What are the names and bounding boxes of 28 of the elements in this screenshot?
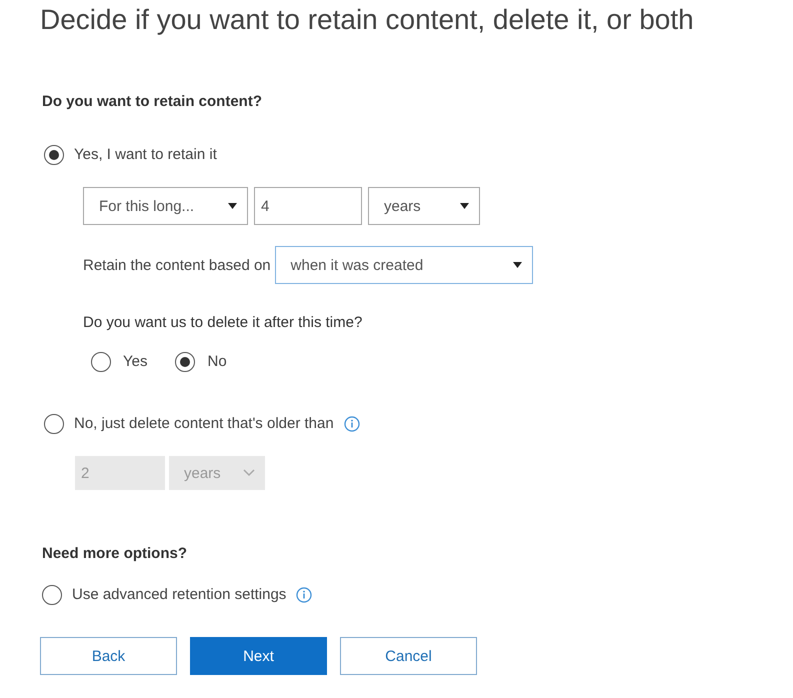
field-label: Retain the content based on — [83, 256, 271, 274]
radio-button[interactable] — [44, 145, 64, 165]
caret-icon — [460, 203, 469, 209]
option-label: Yes, I want to retain it — [74, 145, 217, 165]
option-label: No, just delete content that's older than — [74, 414, 334, 434]
page-title: Decide if you want to retain content, delete it, or both — [40, 3, 695, 37]
option-label: Yes — [123, 352, 148, 372]
chevron-icon — [243, 469, 255, 477]
nav-button[interactable]: Back — [40, 637, 177, 675]
next-button[interactable]: Next — [190, 637, 327, 675]
caret-icon — [228, 203, 237, 209]
caret-icon — [512, 262, 522, 268]
date-basis-dropdown[interactable]: when it was created — [274, 246, 533, 284]
section-heading: Need more options? — [42, 544, 188, 564]
radio-button[interactable] — [175, 352, 196, 372]
option-label: Use advanced retention settings — [72, 585, 286, 605]
nav-button[interactable]: Cancel — [340, 637, 477, 675]
duration-dropdown[interactable]: For this long... — [83, 187, 248, 225]
info-icon[interactable] — [296, 587, 312, 603]
radio-button[interactable] — [42, 585, 62, 605]
question-text: Do you want us to delete it after this time? — [83, 314, 362, 331]
info-icon[interactable] — [344, 416, 360, 432]
radio-button[interactable] — [44, 414, 64, 434]
option-label: No — [207, 352, 227, 372]
radio-button[interactable] — [91, 352, 111, 372]
section-heading: Do you want to retain content? — [42, 92, 263, 112]
number-field[interactable]: 4 — [254, 187, 362, 225]
unit-dropdown[interactable]: years — [368, 187, 480, 225]
